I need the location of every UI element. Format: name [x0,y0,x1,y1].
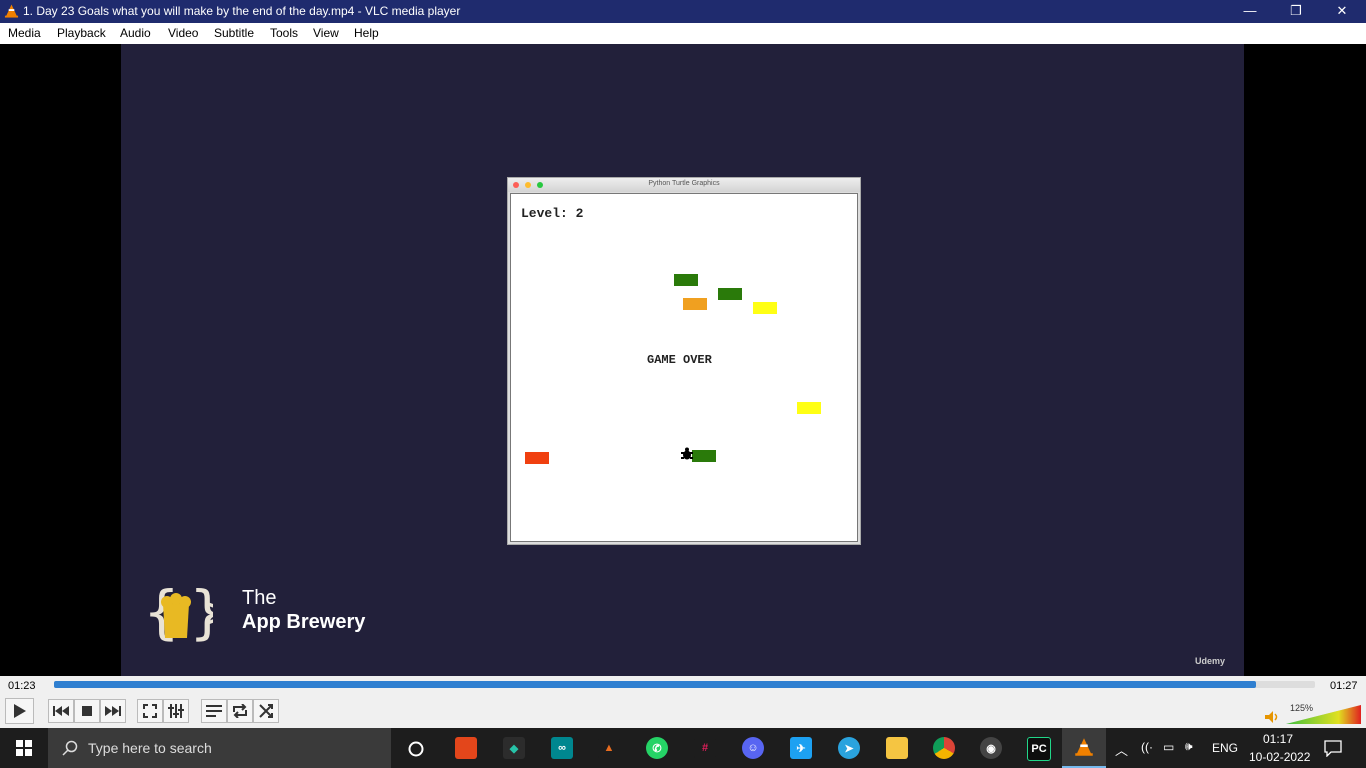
play-icon [13,704,26,718]
menu-playback[interactable]: Playback [57,26,106,40]
previous-icon [53,706,69,716]
network-icon[interactable]: ((· [1141,740,1153,754]
car-yellow [797,402,821,414]
search-placeholder: Type here to search [88,740,212,756]
seek-progress [54,681,1256,688]
total-time: 01:27 [1330,680,1358,692]
udemy-watermark: Udemy [1195,656,1226,666]
matlab-icon[interactable]: ▲ [598,737,620,759]
fullscreen-button[interactable] [137,699,163,723]
turtle-window-title: Python Turtle Graphics [648,180,720,187]
stop-button[interactable] [74,699,100,723]
vlc-cone-icon [4,4,19,18]
slack-icon[interactable]: # [694,737,716,759]
loop-button[interactable] [227,699,253,723]
vlc-icon [1075,738,1093,756]
show-hidden-icons-chevron-icon[interactable]: ︿ [1115,740,1128,759]
equalizer-icon [168,704,184,718]
svg-text:>: > [205,590,213,636]
taskbar-search-box[interactable]: Type here to search [48,728,391,768]
shuffle-icon [259,704,273,718]
play-button[interactable] [5,698,34,724]
battery-icon[interactable]: ▭ [1163,740,1174,754]
windows-taskbar: Type here to search ◆ ∞ ▲ ✆ # ☺ ✈ ➤ ◉ PC… [0,728,1366,768]
car-red [525,452,549,464]
clock-date[interactable]: 10-02-2022 [1249,750,1310,764]
menu-tools[interactable]: Tools [270,26,298,40]
volume-slider[interactable] [1286,705,1361,724]
windows-start-icon[interactable] [16,740,32,756]
shuffle-button[interactable] [253,699,279,723]
whatsapp-icon[interactable]: ✆ [646,737,668,759]
discord-icon[interactable]: ☺ [742,737,764,759]
playlist-icon [206,705,222,717]
playlist-button[interactable] [201,699,227,723]
pycharm-icon[interactable]: PC [1027,737,1051,761]
car-green [718,288,742,300]
menu-bar: Media Playback Audio Video Subtitle Tool… [0,23,1366,44]
next-icon [105,706,121,716]
turtle-title-bar: Python Turtle Graphics [508,178,860,192]
close-button[interactable]: ✕ [1319,0,1365,23]
elapsed-time: 01:23 [8,680,36,692]
menu-view[interactable]: View [313,26,339,40]
car-yellow [753,302,777,314]
menu-help[interactable]: Help [354,26,379,40]
fullscreen-icon [143,704,157,718]
title-bar: 1. Day 23 Goals what you will make by th… [0,0,1366,23]
vlc-taskbar-button[interactable] [1062,728,1106,768]
menu-video[interactable]: Video [168,26,198,40]
notification-icon[interactable] [1324,739,1342,757]
volume-icon[interactable] [1265,711,1279,723]
brand-name-text: App Brewery [242,611,366,633]
previous-button[interactable] [48,699,74,723]
stop-icon [82,706,92,716]
clock-time[interactable]: 01:17 [1263,732,1293,746]
filmora-icon[interactable]: ◆ [503,737,525,759]
media-app-icon[interactable]: ◉ [980,737,1002,759]
twitter-icon[interactable]: ✈ [790,737,812,759]
video-frame: Python Turtle Graphics Level: 2 GAME OVE… [121,44,1244,676]
level-label: Level: 2 [521,206,584,221]
car-green [692,450,716,462]
maximize-button[interactable]: ❐ [1273,0,1319,23]
arduino-icon[interactable]: ∞ [551,737,573,759]
video-area[interactable]: Python Turtle Graphics Level: 2 GAME OVE… [0,44,1366,676]
telegram-icon[interactable]: ➤ [838,737,860,759]
app-brewery-logo-icon: { } > [143,578,213,646]
chrome-icon[interactable] [933,737,955,759]
turtle-player-icon [681,447,693,460]
speaker-icon[interactable]: 🕪 [1185,739,1193,754]
car-green [674,274,698,286]
game-over-label: GAME OVER [647,353,712,367]
language-indicator[interactable]: ENG [1212,741,1238,755]
loop-icon [233,704,247,718]
minimize-button[interactable]: — [1227,0,1273,23]
menu-subtitle[interactable]: Subtitle [214,26,254,40]
office-icon[interactable] [455,737,477,759]
menu-media[interactable]: Media [8,26,41,40]
seek-bar[interactable] [54,681,1315,688]
extended-settings-button[interactable] [163,699,189,723]
next-button[interactable] [100,699,126,723]
search-icon [62,740,78,756]
menu-audio[interactable]: Audio [120,26,151,40]
brand-the-text: The [242,587,277,609]
turtle-canvas: Level: 2 GAME OVER [510,193,858,542]
task-view-icon[interactable] [407,740,425,758]
player-controls: 01:23 01:27 125% [0,676,1366,728]
file-explorer-icon[interactable] [886,737,908,759]
car-orange [683,298,707,310]
window-title: 1. Day 23 Goals what you will make by th… [23,4,461,18]
turtle-window: Python Turtle Graphics Level: 2 GAME OVE… [507,177,861,545]
